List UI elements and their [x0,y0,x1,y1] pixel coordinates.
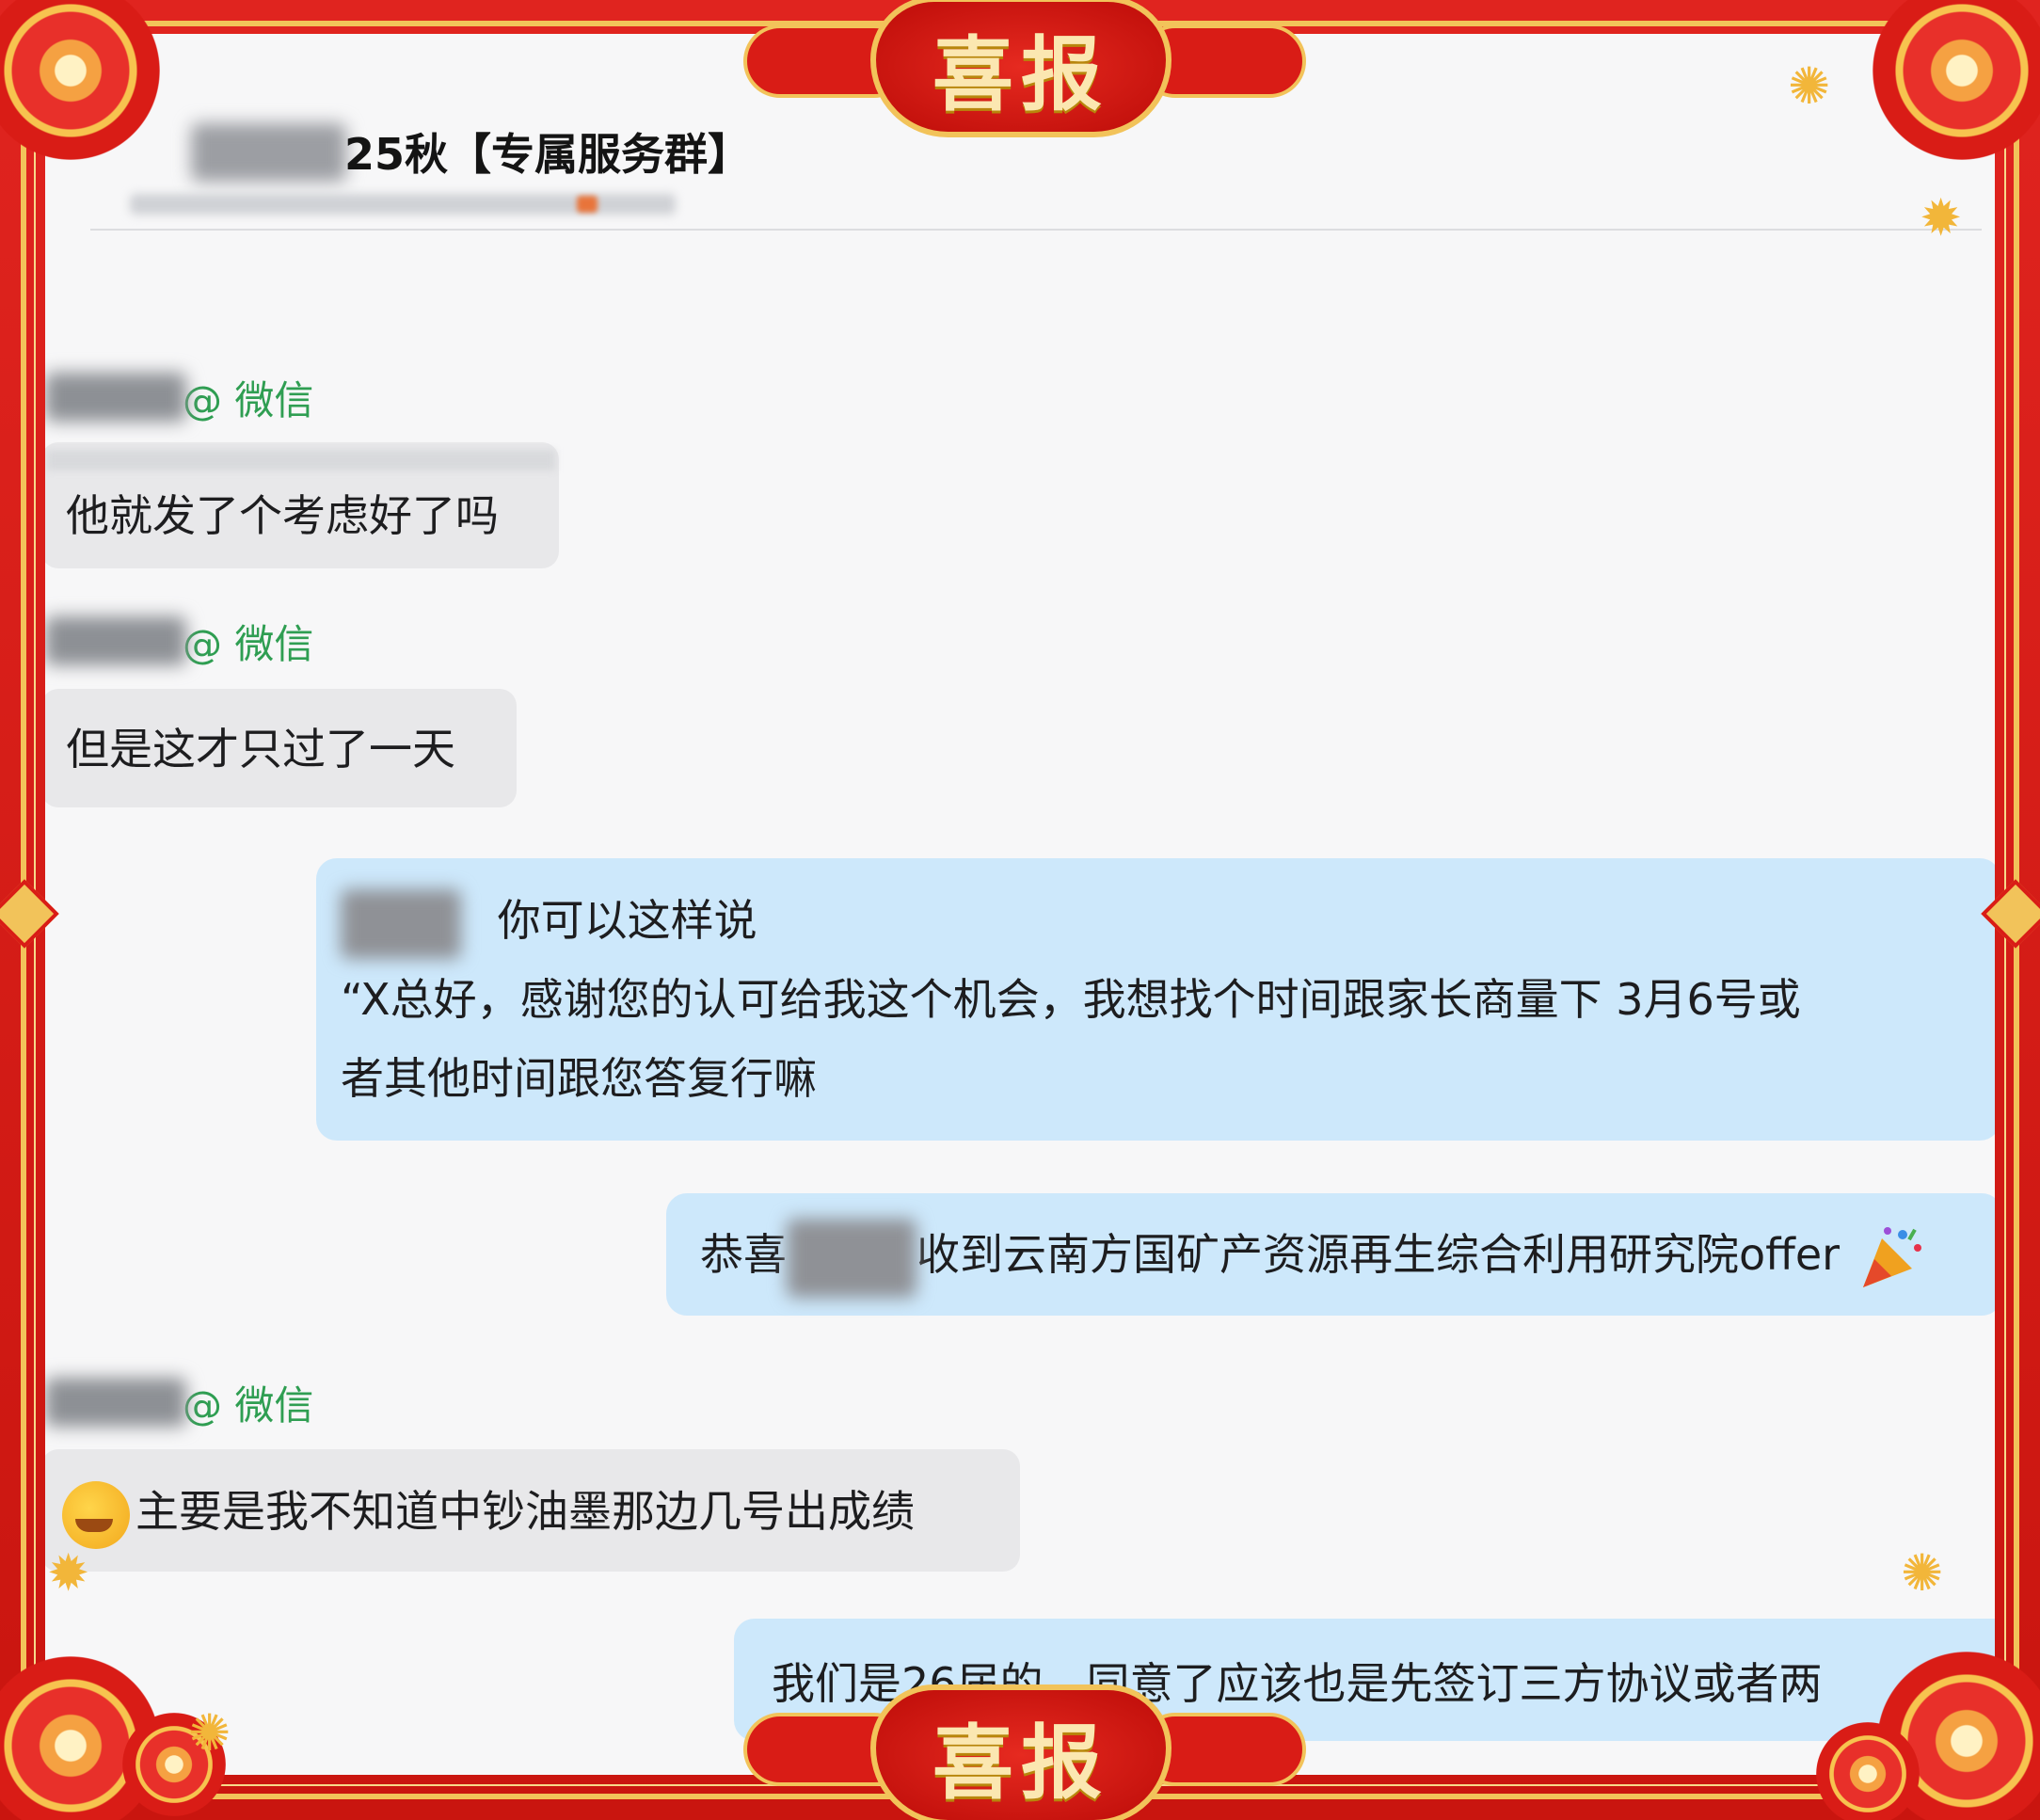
message-text: 他就发了个考虑好了吗 [66,490,499,541]
header-divider [90,229,1982,231]
firework-icon: ✺ [188,1703,231,1763]
message-bubble[interactable]: 但是这才只过了一天 [45,689,517,807]
message-bubble[interactable]: 你可以这样说 “X总好，感谢您的认可给我这个机会，我想找个时间跟家长商量下 3月… [316,858,1995,1141]
message-bubble[interactable]: 恭喜 收到云南方国矿产资源再生综合利用研究院offer [666,1193,1995,1316]
message-prefix: 恭喜 [700,1229,787,1280]
mention-redacted [341,888,461,959]
message-sender[interactable]: @ 微信 [45,613,313,669]
sender-name-redacted [45,616,186,665]
message-sender[interactable]: @ 微信 [45,369,313,425]
sender-tag: @ 微信 [183,376,314,423]
firework-icon: ✹ [1920,188,1963,247]
banner-text: 喜报 [932,26,1109,122]
message-line: 你可以这样说 [341,881,1995,960]
message-text: 但是这才只过了一天 [66,724,455,774]
message-bubble[interactable]: 主要是我不知道中钞油墨那边几号出成绩 [45,1449,1020,1572]
banner-plaque: 喜报 [870,1684,1171,1820]
flower-ornament-icon [1816,1722,1920,1820]
sender-name-redacted [45,373,186,422]
top-banner: 喜报 [743,0,1306,137]
firework-icon: ✺ [1901,1543,1944,1603]
group-name-redacted [191,123,346,182]
rolling-laugh-emoji-icon [62,1480,130,1549]
banner-text: 喜报 [932,1715,1109,1811]
firework-icon: ✹ [47,1543,90,1603]
chat-window: 25秋【专属服务群】 @ 微信 他就发了个考虑好了吗 @ 微信 但是这才只过了一… [45,34,1995,1775]
celebration-frame: 25秋【专属服务群】 @ 微信 他就发了个考虑好了吗 @ 微信 但是这才只过了一… [0,0,2040,1820]
banner-plaque: 喜报 [870,0,1171,137]
message-line: 者其他时间跟您答复行嘛 [341,1053,817,1104]
name-redacted [787,1218,916,1298]
message-text: 收到云南方国矿产资源再生综合利用研究院offer [916,1229,1841,1280]
message-sender[interactable]: @ 微信 [45,1374,313,1430]
quoted-reply [47,450,555,471]
message-line: “X总好，感谢您的认可给我这个机会，我想找个时间跟家长商量下 3月6号或 [341,974,1801,1025]
sender-tag: @ 微信 [183,620,314,667]
message-bubble[interactable]: 他就发了个考虑好了吗 [45,442,559,568]
bottom-banner: 喜报 [743,1684,1306,1820]
message-text: 你可以这样说 [497,895,757,946]
chat-title: 25秋【专属服务群】 [344,129,752,180]
subtitle-badge [577,196,598,213]
party-popper-icon [1862,1226,1921,1287]
sender-tag: @ 微信 [183,1381,314,1429]
message-text: 主要是我不知道中钞油墨那边几号出成绩 [135,1486,915,1537]
firework-icon: ✺ [1788,56,1831,116]
sender-name-redacted [45,1378,186,1427]
